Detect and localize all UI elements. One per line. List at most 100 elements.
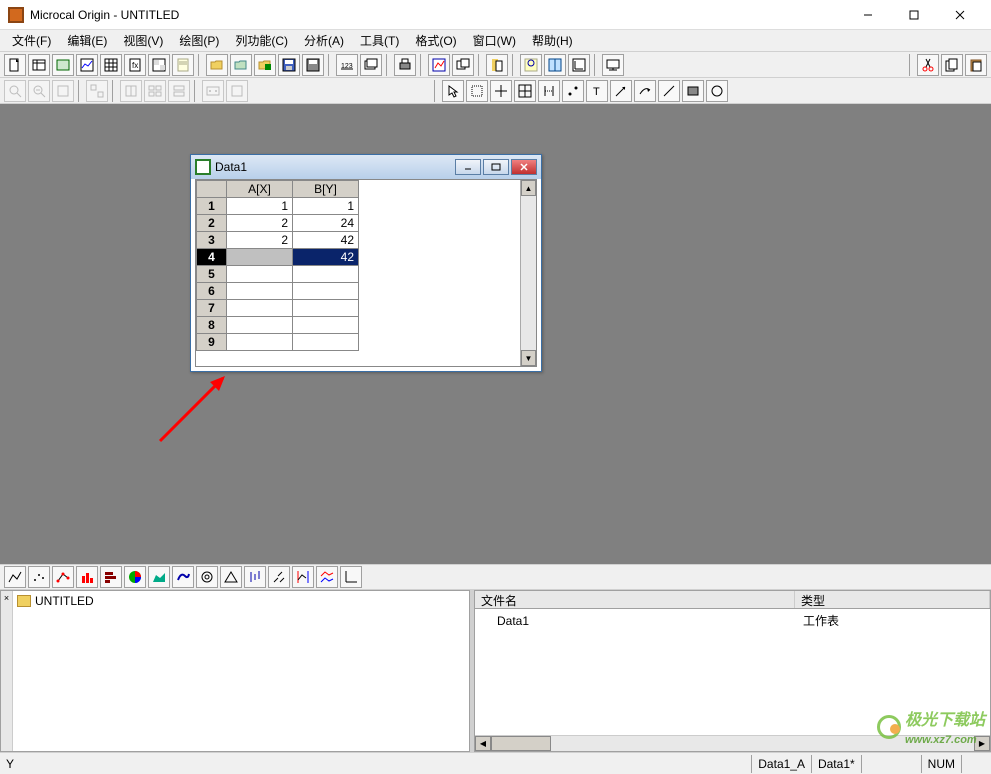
- row-header[interactable]: 7: [197, 300, 227, 317]
- data-window-titlebar[interactable]: Data1: [191, 155, 541, 179]
- save-button[interactable]: [278, 54, 300, 76]
- import-ascii-button[interactable]: 123: [336, 54, 358, 76]
- panel-close-button[interactable]: ×: [1, 591, 13, 751]
- menu-window[interactable]: 窗口(W): [465, 30, 524, 51]
- zoom-in-button[interactable]: [4, 80, 26, 102]
- menu-analysis[interactable]: 分析(A): [296, 30, 352, 51]
- zoom-rect-button[interactable]: [466, 80, 488, 102]
- data-selector-button[interactable]: [538, 80, 560, 102]
- stack-plot-button[interactable]: [316, 566, 338, 588]
- extract-button[interactable]: [120, 80, 142, 102]
- cell[interactable]: [227, 266, 293, 283]
- header-filename[interactable]: 文件名: [475, 591, 795, 608]
- header-type[interactable]: 类型: [795, 591, 990, 608]
- circle-tool-button[interactable]: [706, 80, 728, 102]
- maximize-button[interactable]: [891, 0, 937, 30]
- cell[interactable]: [227, 249, 293, 266]
- cell[interactable]: [227, 300, 293, 317]
- cell[interactable]: 42: [293, 232, 359, 249]
- new-function-button[interactable]: fx: [124, 54, 146, 76]
- open-button[interactable]: [206, 54, 228, 76]
- bar-plot-button[interactable]: [100, 566, 122, 588]
- new-project-button[interactable]: [4, 54, 26, 76]
- mdi-minimize-button[interactable]: [455, 159, 481, 175]
- line-plot-button[interactable]: [4, 566, 26, 588]
- cell[interactable]: 2: [227, 215, 293, 232]
- screen-reader-button[interactable]: [490, 80, 512, 102]
- row-header[interactable]: 6: [197, 283, 227, 300]
- results-log-button[interactable]: [486, 54, 508, 76]
- new-worksheet-button[interactable]: [28, 54, 50, 76]
- new-layout-button[interactable]: [148, 54, 170, 76]
- high-low-button[interactable]: [244, 566, 266, 588]
- menu-format[interactable]: 格式(O): [407, 30, 464, 51]
- mdi-maximize-button[interactable]: [483, 159, 509, 175]
- triangle-plot-button[interactable]: [220, 566, 242, 588]
- close-button[interactable]: [937, 0, 983, 30]
- mask-button[interactable]: [562, 80, 584, 102]
- cell[interactable]: [293, 334, 359, 351]
- add-column-button[interactable]: [544, 54, 566, 76]
- vector-plot-button[interactable]: [268, 566, 290, 588]
- slide-show-button[interactable]: [602, 54, 624, 76]
- cell[interactable]: [227, 283, 293, 300]
- column-header-b[interactable]: B[Y]: [293, 181, 359, 198]
- cell[interactable]: [227, 334, 293, 351]
- scroll-up-button[interactable]: ▲: [521, 180, 536, 196]
- row-header-selected[interactable]: 4: [197, 249, 227, 266]
- data-grid[interactable]: A[X] B[Y] 111 2224 3242 442 5 6 7 8 9: [196, 180, 359, 351]
- polar-plot-button[interactable]: [172, 566, 194, 588]
- menu-column[interactable]: 列功能(C): [227, 30, 296, 51]
- vertical-scrollbar[interactable]: ▲ ▼: [520, 180, 536, 366]
- new-matrix-button[interactable]: [100, 54, 122, 76]
- arrow-tool-button[interactable]: [610, 80, 632, 102]
- row-header[interactable]: 5: [197, 266, 227, 283]
- refresh-button[interactable]: [428, 54, 450, 76]
- line-scatter-button[interactable]: [52, 566, 74, 588]
- cell[interactable]: [293, 266, 359, 283]
- rescale-button[interactable]: [568, 54, 590, 76]
- open-template-button[interactable]: [230, 54, 252, 76]
- data-window[interactable]: Data1 A[X] B[Y] 111 2224 3242 442: [190, 154, 542, 372]
- merge-button[interactable]: [144, 80, 166, 102]
- corner-cell[interactable]: [197, 181, 227, 198]
- cell[interactable]: [293, 300, 359, 317]
- curved-arrow-button[interactable]: [634, 80, 656, 102]
- print-button[interactable]: [394, 54, 416, 76]
- row-header[interactable]: 8: [197, 317, 227, 334]
- menu-help[interactable]: 帮助(H): [524, 30, 581, 51]
- file-list-item[interactable]: Data1 工作表: [479, 611, 986, 630]
- scroll-track[interactable]: [521, 196, 536, 350]
- duplicate-button[interactable]: [452, 54, 474, 76]
- data-reader-button[interactable]: [514, 80, 536, 102]
- menu-edit[interactable]: 编辑(E): [59, 30, 115, 51]
- row-header[interactable]: 2: [197, 215, 227, 232]
- add-layer-button[interactable]: [86, 80, 108, 102]
- area-plot-button[interactable]: [148, 566, 170, 588]
- scroll-down-button[interactable]: ▼: [521, 350, 536, 366]
- cell[interactable]: [293, 283, 359, 300]
- rescale-tool-button[interactable]: [52, 80, 74, 102]
- template-plot-button[interactable]: [340, 566, 362, 588]
- cell[interactable]: 24: [293, 215, 359, 232]
- import-multiple-button[interactable]: [360, 54, 382, 76]
- row-header[interactable]: 3: [197, 232, 227, 249]
- scroll-thumb[interactable]: [491, 736, 551, 751]
- minimize-button[interactable]: [845, 0, 891, 30]
- project-explorer-button[interactable]: [520, 54, 542, 76]
- double-y-button[interactable]: [292, 566, 314, 588]
- menu-file[interactable]: 文件(F): [4, 30, 59, 51]
- ternary-plot-button[interactable]: [196, 566, 218, 588]
- zoom-out-button[interactable]: [28, 80, 50, 102]
- copy-button[interactable]: [941, 54, 963, 76]
- project-tree[interactable]: UNTITLED: [13, 591, 469, 751]
- legend-button[interactable]: [226, 80, 248, 102]
- row-header[interactable]: 9: [197, 334, 227, 351]
- new-graph-button[interactable]: [76, 54, 98, 76]
- cut-button[interactable]: [917, 54, 939, 76]
- scroll-left-button[interactable]: ◀: [475, 736, 491, 751]
- cell[interactable]: [227, 317, 293, 334]
- menu-tools[interactable]: 工具(T): [352, 30, 407, 51]
- cell-selected[interactable]: 42: [293, 249, 359, 266]
- text-tool-button[interactable]: T: [586, 80, 608, 102]
